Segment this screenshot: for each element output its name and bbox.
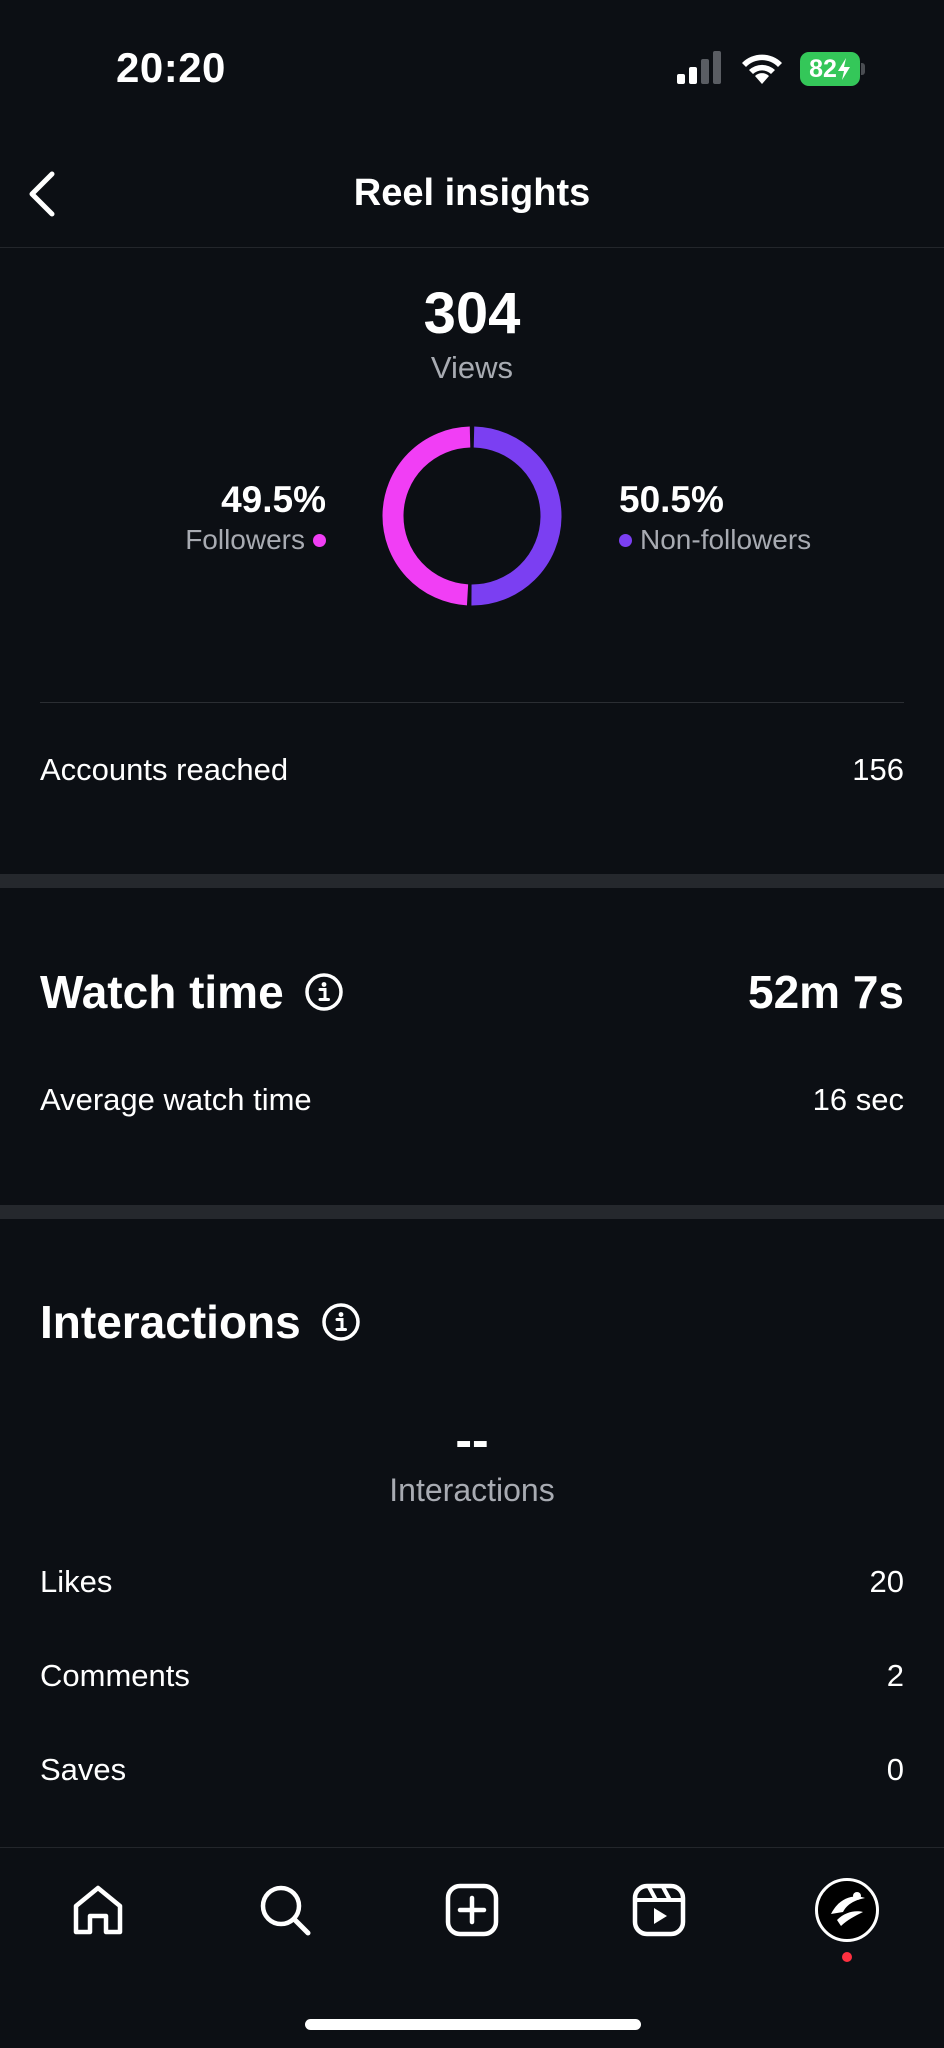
nonfollowers-arc xyxy=(471,426,562,606)
section-separator xyxy=(0,1205,944,1219)
bottom-tab-bar xyxy=(0,1847,944,2048)
watch-time-header: Watch time 52m 7s xyxy=(40,962,904,1022)
comments-row: Comments 2 xyxy=(40,1652,904,1700)
followers-arc xyxy=(382,426,471,606)
views-label: Views xyxy=(430,350,514,385)
battery-level: 82 xyxy=(809,54,837,83)
interactions-title: Interactions xyxy=(40,1296,301,1348)
tab-search[interactable] xyxy=(251,1876,319,1944)
info-icon[interactable] xyxy=(304,972,344,1012)
likes-value: 20 xyxy=(869,1564,904,1599)
search-icon xyxy=(260,1885,311,1936)
comments-value: 2 xyxy=(886,1658,904,1693)
watch-time-total: 52m 7s xyxy=(747,966,904,1018)
followers-percent: 49.5% xyxy=(221,479,326,520)
interactions-summary: -- Interactions xyxy=(0,1410,944,1509)
nonfollowers-label: Non-followers xyxy=(640,524,812,555)
wifi-icon xyxy=(742,54,782,84)
info-icon[interactable] xyxy=(321,1302,361,1342)
comments-label: Comments xyxy=(40,1658,190,1693)
views-count: 304 xyxy=(423,281,521,346)
average-watch-time-row: Average watch time 16 sec xyxy=(40,1076,904,1124)
accounts-reached-value: 156 xyxy=(852,752,904,787)
interactions-label: Interactions xyxy=(389,1472,555,1508)
status-bar: 20:20 82 xyxy=(0,0,944,140)
tab-reels[interactable] xyxy=(625,1876,693,1944)
average-watch-time-label: Average watch time xyxy=(40,1082,312,1117)
status-time: 20:20 xyxy=(116,44,226,91)
create-icon xyxy=(445,1883,499,1937)
likes-label: Likes xyxy=(40,1564,113,1599)
home-indicator xyxy=(305,2019,641,2030)
avatar-logo-icon xyxy=(831,1892,865,1926)
tab-create[interactable] xyxy=(438,1876,506,1944)
saves-value: 0 xyxy=(886,1752,904,1787)
average-watch-time-value: 16 sec xyxy=(812,1082,904,1117)
views-summary: 304 Views xyxy=(0,280,944,386)
interactions-count: -- xyxy=(455,1412,489,1468)
saves-row: Saves 0 xyxy=(40,1746,904,1794)
tab-home[interactable] xyxy=(64,1876,132,1944)
nav-bar: Reel insights xyxy=(0,140,944,248)
page-title: Reel insights xyxy=(353,172,591,214)
likes-row: Likes 20 xyxy=(40,1558,904,1606)
notification-dot xyxy=(842,1952,852,1962)
nonfollowers-percent: 50.5% xyxy=(619,479,724,520)
followers-legend: 49.5% Followers xyxy=(185,478,326,558)
saves-label: Saves xyxy=(40,1752,127,1787)
followers-dot xyxy=(313,533,326,547)
profile-avatar[interactable] xyxy=(815,1878,879,1942)
accounts-reached-label: Accounts reached xyxy=(40,752,289,787)
home-icon xyxy=(73,1885,123,1935)
reels-icon xyxy=(632,1883,686,1937)
section-separator xyxy=(0,874,944,888)
divider xyxy=(40,702,904,703)
followers-label: Followers xyxy=(185,524,305,555)
charging-bolt-icon xyxy=(837,58,850,80)
interactions-header: Interactions xyxy=(40,1292,904,1352)
views-donut-chart xyxy=(382,426,562,606)
battery-icon: 82 xyxy=(800,52,865,86)
accounts-reached-row: Accounts reached 156 xyxy=(40,746,904,794)
nonfollowers-legend: 50.5% Non-followers xyxy=(619,478,811,558)
cellular-signal-icon xyxy=(677,51,721,84)
watch-time-title: Watch time xyxy=(40,966,284,1018)
nonfollowers-dot xyxy=(619,533,632,547)
